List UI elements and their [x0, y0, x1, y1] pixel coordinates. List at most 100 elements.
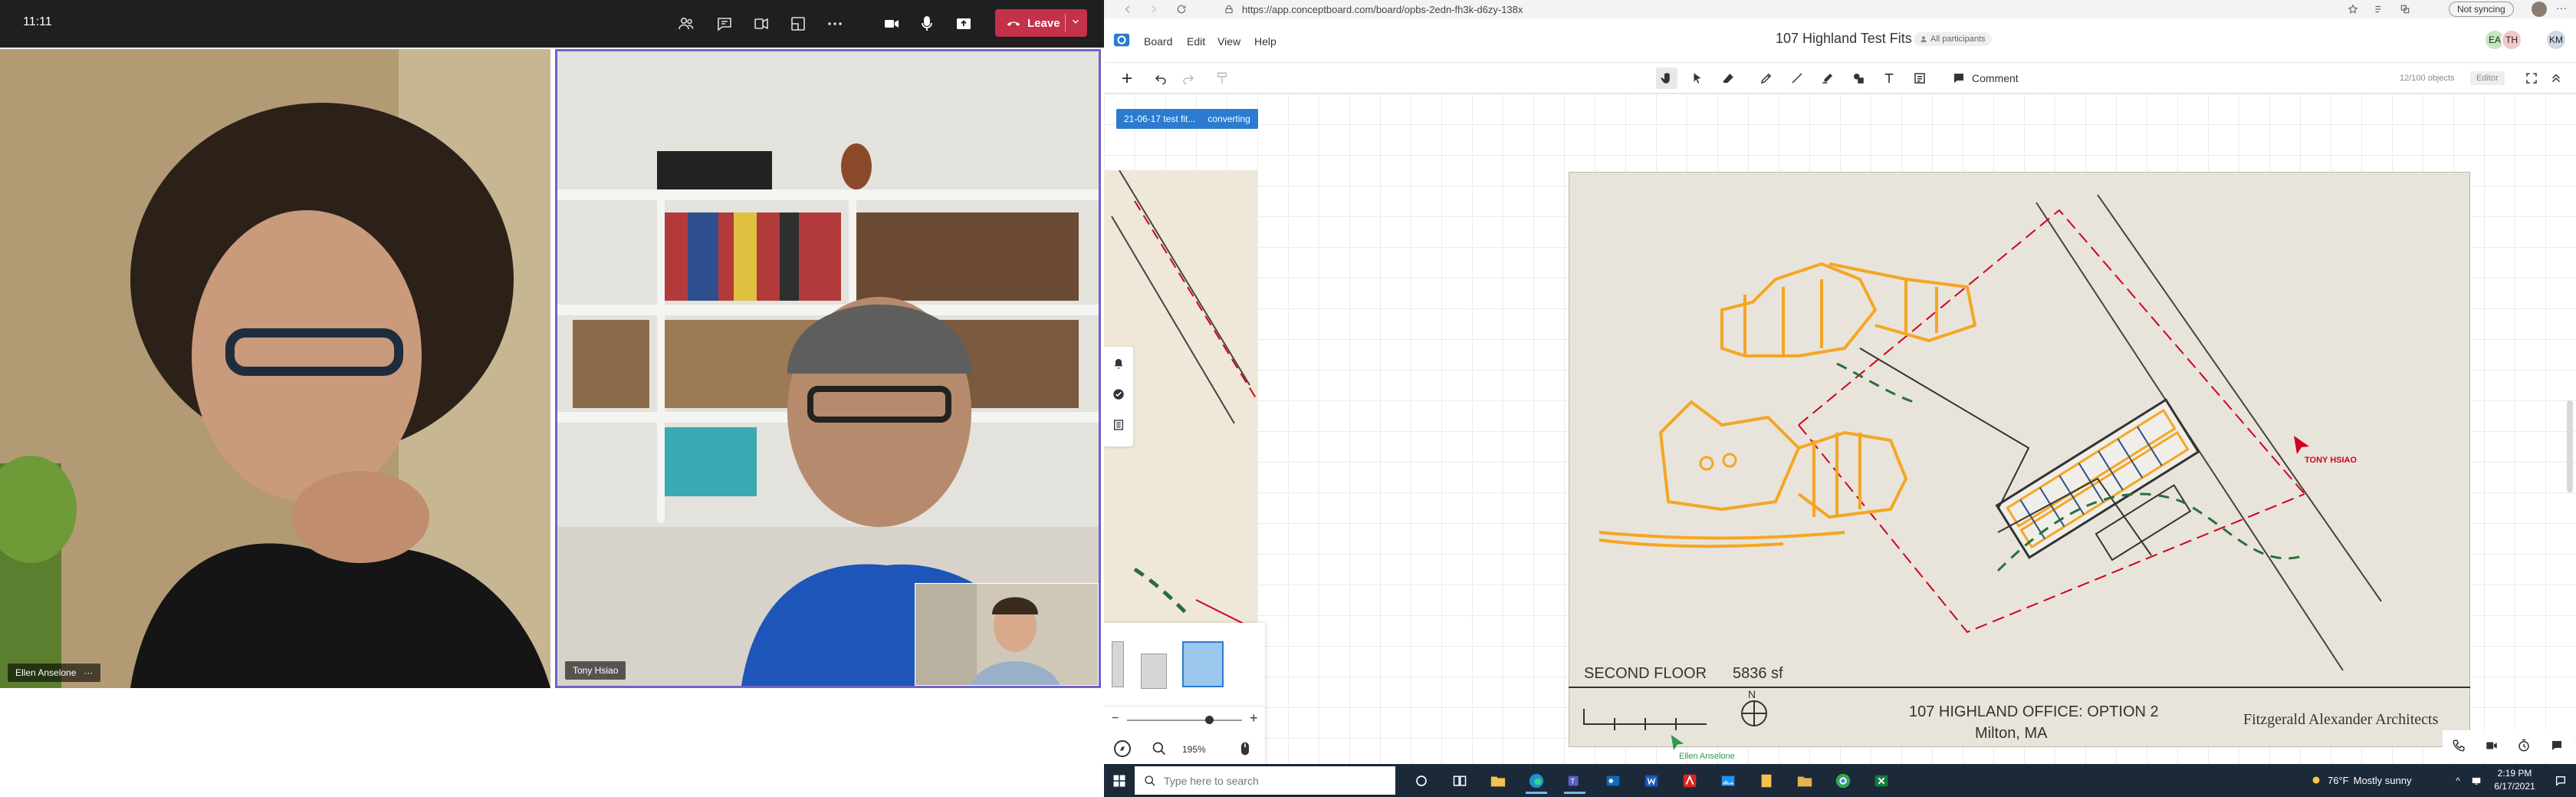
task-check-icon[interactable] — [1111, 387, 1126, 402]
leave-button[interactable]: Leave — [995, 9, 1087, 37]
teams-app-icon[interactable]: T — [1558, 767, 1592, 794]
zoom-out-icon[interactable]: − — [1112, 712, 1119, 726]
participant-name-tag: Tony Hsiao — [565, 661, 626, 680]
timer-icon[interactable] — [2517, 739, 2531, 753]
avatar-km[interactable]: KM — [2545, 29, 2567, 51]
line-tool-icon[interactable] — [1786, 68, 1808, 89]
file-upload-chip[interactable]: 21-06-17 test fit... converting — [1116, 109, 1258, 129]
taskbar-search-input[interactable] — [1164, 774, 1378, 787]
section-thumbnail[interactable] — [1112, 641, 1124, 687]
zoom-slider[interactable] — [1127, 720, 1242, 721]
rooms-icon[interactable] — [785, 11, 811, 37]
zoom-slider-handle[interactable] — [1205, 716, 1214, 724]
text-tool-icon[interactable] — [1878, 68, 1900, 89]
network-icon[interactable] — [2469, 773, 2484, 789]
profile-avatar[interactable] — [2532, 2, 2547, 17]
chevron-up-icon[interactable]: ^ — [2450, 773, 2466, 789]
star-icon[interactable] — [2348, 4, 2358, 15]
forward-icon[interactable] — [1148, 4, 1159, 15]
section-thumbnail-active[interactable] — [1182, 641, 1224, 687]
bottom-right-tools — [2443, 730, 2573, 761]
collections-icon[interactable] — [2400, 4, 2410, 15]
undo-icon[interactable] — [1150, 68, 1171, 89]
shape-tool-icon[interactable] — [1848, 68, 1869, 89]
outlook-icon[interactable] — [1596, 767, 1630, 794]
comment-icon — [1954, 74, 1963, 83]
notes-icon[interactable] — [1750, 767, 1783, 794]
share-icon[interactable] — [951, 11, 977, 37]
board-title[interactable]: 107 Highland Test Fits — [1776, 31, 1912, 47]
chat-icon[interactable] — [711, 11, 738, 37]
menu-view[interactable]: View — [1217, 35, 1240, 48]
url-field[interactable]: https://app.conceptboard.com/board/opbs-… — [1242, 2, 2216, 17]
more-icon[interactable]: ··· — [84, 667, 93, 678]
participants-filter[interactable]: All participants — [1914, 32, 1992, 46]
edge-browser-icon[interactable] — [1520, 767, 1553, 794]
system-clock[interactable]: 2:19 PM 6/17/2021 — [2492, 767, 2538, 793]
more-icon[interactable] — [822, 11, 848, 37]
menu-help[interactable]: Help — [1254, 35, 1276, 48]
task-view-icon[interactable] — [1443, 767, 1477, 794]
vertical-scrollbar[interactable] — [2567, 400, 2573, 492]
zoom-in-icon[interactable]: + — [1250, 710, 1258, 726]
pen-tool-icon[interactable] — [1756, 68, 1777, 89]
sync-status-button[interactable]: Not syncing — [2449, 2, 2514, 17]
mic-icon[interactable] — [914, 11, 940, 37]
acrobat-icon[interactable] — [1673, 767, 1707, 794]
menu-edit[interactable]: Edit — [1187, 35, 1205, 48]
phone-icon[interactable] — [2452, 739, 2466, 753]
video-tile-ellen[interactable]: Ellen Anselone ··· — [0, 49, 550, 688]
taskbar-search[interactable] — [1135, 766, 1395, 795]
fullscreen-icon[interactable] — [2521, 68, 2542, 89]
board-canvas[interactable]: 21-06-17 test fit... converting SECOND F… — [1104, 94, 2576, 764]
video-call-icon[interactable] — [2485, 739, 2499, 753]
cursor-arrow-icon — [1671, 735, 1684, 750]
teams-meeting-window: 11:11 Leave Ellen Anselone ··· Tony Hsia… — [0, 0, 1104, 797]
cortana-icon[interactable] — [1405, 767, 1438, 794]
zoom-search-icon[interactable] — [1152, 741, 1167, 756]
word-icon[interactable] — [1635, 767, 1668, 794]
select-tool-icon[interactable] — [1687, 68, 1708, 89]
camera-icon[interactable] — [879, 11, 905, 37]
comment-button[interactable]: Comment — [1952, 68, 2019, 89]
excel-icon[interactable] — [1865, 767, 1898, 794]
self-view-video[interactable] — [915, 583, 1099, 686]
eraser-icon[interactable] — [1717, 68, 1739, 89]
highlighter-icon[interactable] — [1817, 68, 1838, 89]
section-thumbnail[interactable] — [1141, 654, 1167, 689]
conceptboard-logo-icon[interactable] — [1113, 32, 1130, 49]
reactions-icon[interactable] — [748, 11, 774, 37]
self-video-feed — [915, 584, 1098, 685]
file-explorer-icon[interactable] — [1481, 767, 1515, 794]
collapse-icon[interactable] — [2545, 68, 2567, 89]
mouse-mode-icon[interactable] — [1237, 741, 1253, 756]
weather-widget[interactable]: 76°F Mostly sunny — [2309, 773, 2411, 787]
participant-name: Tony Hsiao — [573, 665, 619, 676]
sticky-note-icon[interactable] — [1909, 68, 1930, 89]
teams-empty-area — [0, 689, 1104, 797]
refresh-icon[interactable] — [1176, 4, 1187, 15]
people-icon[interactable] — [673, 11, 699, 37]
zoom-level[interactable]: 195% — [1182, 744, 1206, 755]
folder-icon[interactable] — [1788, 767, 1822, 794]
add-icon[interactable] — [1116, 68, 1138, 89]
list-icon[interactable] — [1111, 417, 1126, 433]
photos-icon[interactable] — [1711, 767, 1745, 794]
chat-icon[interactable] — [2550, 739, 2564, 753]
favorites-icon[interactable] — [2374, 4, 2384, 15]
notification-center-icon[interactable] — [2553, 773, 2568, 789]
format-painter-icon[interactable] — [1211, 68, 1233, 89]
desktop: 11:11 Leave Ellen Anselone ··· Tony Hsia… — [0, 0, 2576, 797]
hand-tool-icon[interactable] — [1656, 68, 1677, 89]
chevron-down-icon[interactable] — [1070, 16, 1081, 27]
more-icon[interactable]: ··· — [2556, 2, 2567, 14]
back-icon[interactable] — [1122, 4, 1133, 15]
windows-start-icon[interactable] — [1104, 764, 1135, 797]
chrome-icon[interactable] — [1826, 767, 1860, 794]
menu-board[interactable]: Board — [1144, 35, 1172, 48]
redo-icon[interactable] — [1178, 68, 1199, 89]
avatar-th[interactable]: TH — [2501, 29, 2522, 51]
navigator-compass-icon[interactable] — [1113, 739, 1132, 758]
lock-icon[interactable] — [1224, 4, 1234, 15]
notification-bell-icon[interactable] — [1111, 356, 1126, 371]
